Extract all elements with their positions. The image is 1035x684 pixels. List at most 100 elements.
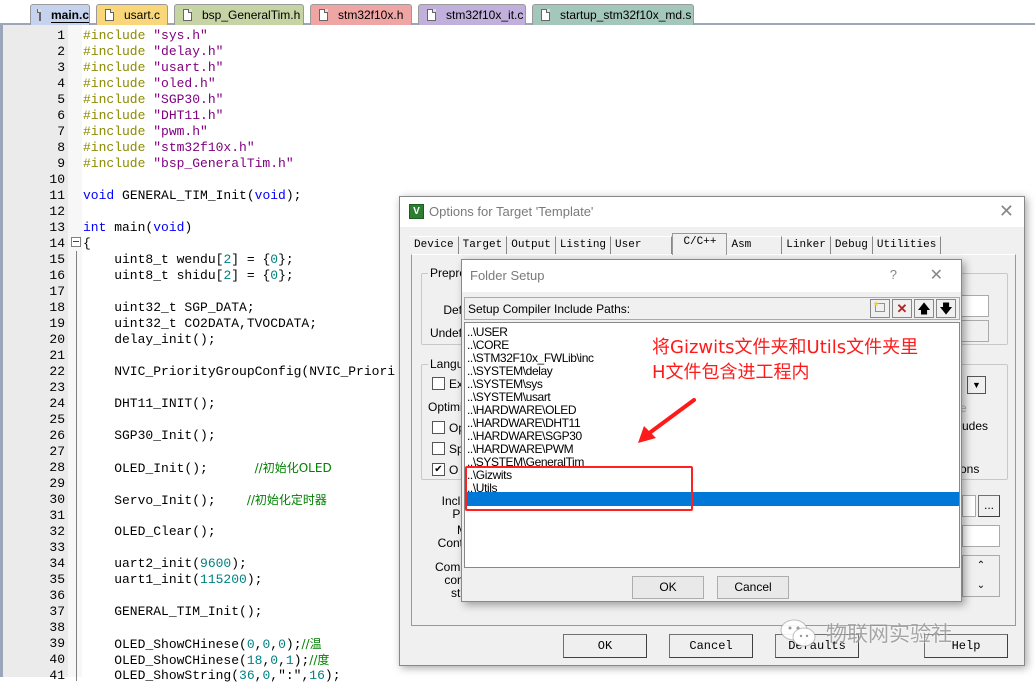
code-token: main( [106,220,154,235]
dropdown-arrow-icon[interactable]: ▼ [967,376,986,394]
code-text: uint8_t wendu[2] = {0}; [83,252,294,268]
tab-stm32f10x-h[interactable]: stm32f10x.h [310,4,412,25]
undefine-label: Undef [429,326,462,340]
code-text: OLED_Clear(); [83,524,215,540]
line-number: 16 [49,268,65,283]
options-option-label: ons [960,462,980,476]
browse-include-paths-button[interactable]: ... [978,495,1000,517]
optimize-for-time-checkbox[interactable] [432,421,445,434]
code-text: OLED_Init(); //初始化OLED [83,460,332,477]
code-token: ); [231,556,247,571]
line-number: 28 [49,460,65,475]
tab-utilities[interactable]: Utilities [872,236,942,254]
line-number: 38 [49,620,65,635]
code-token: OLED_ShowString( [83,668,240,683]
code-line[interactable]: 7 #include "pwm.h" [3,124,1035,140]
code-token: delay_init(); [83,332,216,347]
includes-option-label: udes [962,419,989,433]
dialog-titlebar: V Options for Target 'Template' ✕ [400,197,1024,227]
highlight-box [465,466,693,511]
code-token: OLED_ShowCHinese( [83,637,247,652]
include-paths-input[interactable] [962,495,976,517]
code-token: 0 [270,653,279,668]
tab-c-c-[interactable]: C/C++ [672,233,728,255]
tab-output[interactable]: Output [507,236,556,254]
code-token: #include [83,156,154,171]
code-line[interactable]: 10 [3,172,1035,188]
code-token: "sys.h" [153,28,208,43]
code-token: DHT11_INIT(); [83,396,216,411]
execute-only-checkbox[interactable] [432,377,445,390]
line-number: 22 [49,364,65,379]
split-sections-checkbox[interactable] [432,442,445,455]
one-elf-section-checkbox[interactable]: ✔ [432,463,445,476]
tab-main-c[interactable]: main.c [30,4,90,25]
code-token: "bsp_GeneralTim.h" [153,156,294,171]
delete-icon[interactable]: ✕ [892,299,912,318]
tab-debug[interactable]: Debug [830,236,873,254]
tab-linker[interactable]: Linker [782,236,831,254]
new-folder-icon[interactable] [870,299,890,318]
code-text: #include "sys.h" [83,28,208,44]
folder-setup-dialog: Folder Setup ? ✕ Setup Compiler Include … [461,259,962,602]
tab-stm32f10x-it-c[interactable]: stm32f10x_it.c [418,4,526,25]
code-token: "oled.h" [153,76,216,91]
code-token: GENERAL_TIM_Init( [114,188,255,203]
line-number: 39 [49,636,65,651]
line-number: 15 [49,252,65,267]
cancel-button[interactable]: Cancel [669,634,753,658]
code-text: GENERAL_TIM_Init(); [83,604,262,620]
code-line[interactable]: 8 #include "stm32f10x.h" [3,140,1035,156]
tab-listing[interactable]: Listing [555,236,612,254]
dialog-title: Options for Target 'Template' [429,204,594,219]
tab-asm[interactable]: Asm [727,236,783,254]
code-token: 115200 [200,572,247,587]
ok-button[interactable]: OK [632,576,704,599]
code-token: ); [285,637,302,652]
dialog-title: Folder Setup [470,268,545,283]
code-token: 0 [270,268,279,283]
code-line[interactable]: 6 #include "DHT11.h" [3,108,1035,124]
tab-usart-c[interactable]: usart.c [96,4,168,25]
close-icon[interactable]: ✕ [999,201,1014,222]
line-number: 3 [57,60,65,75]
keil-app-icon: V [409,204,424,219]
code-line[interactable]: 5 #include "SGP30.h" [3,92,1035,108]
code-text: uart1_init(115200); [83,572,262,588]
code-token: NVIC_PriorityGroupConfig(NVIC_Priori [83,364,396,379]
move-down-icon[interactable]: 🡇 [936,299,956,318]
code-token: #include [83,76,154,91]
move-up-icon[interactable]: 🡅 [914,299,934,318]
cancel-button[interactable]: Cancel [717,576,789,599]
code-token: "stm32f10x.h" [153,140,255,155]
code-token: "SGP30.h" [153,92,224,107]
line-number: 26 [49,428,65,443]
code-token: }; [278,252,294,267]
tab-target[interactable]: Target [458,236,508,254]
code-line[interactable]: 1 #include "sys.h" [3,28,1035,44]
line-number: 30 [49,492,65,507]
code-line[interactable]: 3 #include "usart.h" [3,60,1035,76]
help-icon[interactable]: ? [890,267,897,282]
code-line[interactable]: 41 OLED_ShowString(36,0,":",16); [3,668,1035,684]
code-token: GENERAL_TIM_Init(); [83,604,263,619]
tab-user[interactable]: User [611,236,673,254]
code-token: #include [83,92,154,107]
close-icon[interactable]: ✕ [930,265,943,284]
tab-bsp-generaltim-h[interactable]: bsp_GeneralTim.h [174,4,304,25]
file-icon [541,9,550,21]
code-token: ,":", [270,668,310,683]
line-number: 24 [49,396,65,411]
code-line[interactable]: 9 #include "bsp_GeneralTim.h" [3,156,1035,172]
code-token: ); [293,653,310,668]
tab-device[interactable]: Device [410,236,459,254]
compiler-string-scrollbar[interactable]: ⌃ ⌄ [962,555,1000,597]
code-token: { [83,236,91,251]
code-token: //初始化OLED [254,461,332,475]
ok-button[interactable]: OK [563,634,647,658]
tab-startup-stm32f10x-md-s[interactable]: startup_stm32f10x_md.s [532,4,694,25]
code-line[interactable]: 4 #include "oled.h" [3,76,1035,92]
code-line[interactable]: 2 #include "delay.h" [3,44,1035,60]
line-number: 29 [49,476,65,491]
misc-controls-input[interactable] [962,525,1000,547]
